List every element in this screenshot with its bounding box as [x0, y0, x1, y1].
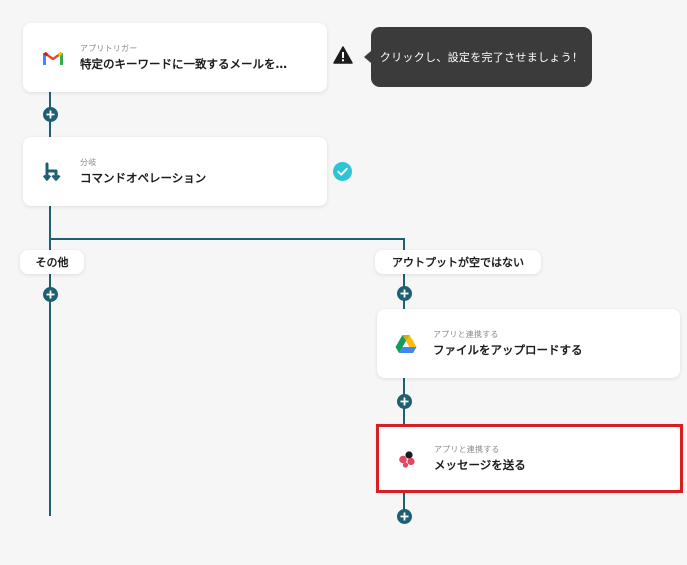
tooltip-text: クリックし、設定を完了させましょう！ — [379, 51, 584, 64]
branch-label-not-empty[interactable]: アウトプットが空ではない — [375, 250, 541, 274]
branch-step-card[interactable]: 分岐 コマンドオペレーション — [23, 137, 327, 206]
trigger-step-card[interactable]: アプリトリガー 特定のキーワードに一致するメールを… — [23, 23, 327, 92]
plus-icon — [400, 289, 409, 298]
branch-label-other[interactable]: その他 — [20, 250, 84, 274]
warning-icon[interactable] — [333, 46, 353, 64]
branch-label-text: その他 — [35, 256, 69, 269]
add-step-button[interactable] — [43, 287, 58, 302]
branch-label-text: アウトプットが空ではない — [392, 256, 524, 269]
step-category-label: アプリトリガー — [80, 44, 138, 53]
setup-hint-tooltip: クリックし、設定を完了させましょう！ — [364, 27, 592, 87]
plus-icon — [46, 110, 55, 119]
add-step-button[interactable] — [397, 394, 412, 409]
step-category-label: 分岐 — [80, 158, 97, 167]
step-title: メッセージを送る — [434, 458, 526, 472]
completed-check-icon — [333, 162, 352, 181]
add-step-button[interactable] — [397, 286, 412, 301]
branch-icon — [40, 159, 66, 185]
step-category-label: アプリと連携する — [434, 445, 500, 454]
step-category-label: アプリと連携する — [433, 330, 499, 339]
add-step-button[interactable] — [397, 509, 412, 524]
plus-icon — [46, 290, 55, 299]
connector-line — [403, 492, 405, 510]
step-title: 特定のキーワードに一致するメールを… — [80, 57, 287, 71]
upload-file-step-card[interactable]: アプリと連携する ファイルをアップロードする — [377, 309, 680, 378]
step-title: コマンドオペレーション — [80, 171, 207, 185]
asana-icon — [394, 446, 420, 472]
gmail-icon — [40, 45, 66, 71]
step-title: ファイルをアップロードする — [433, 343, 583, 357]
plus-icon — [400, 512, 409, 521]
connector-line — [49, 238, 405, 240]
google-drive-icon — [393, 331, 419, 357]
flow-canvas: アプリトリガー 特定のキーワードに一致するメールを… クリックし、設定を完了させ… — [0, 0, 687, 565]
add-step-button[interactable] — [43, 107, 58, 122]
send-message-step-card[interactable]: アプリと連携する メッセージを送る — [377, 425, 680, 492]
plus-icon — [400, 397, 409, 406]
